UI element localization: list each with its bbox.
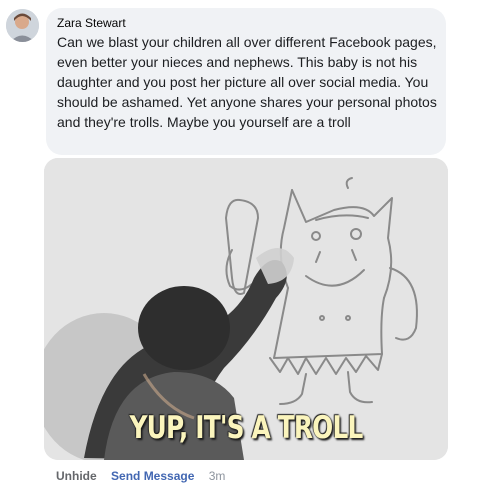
send-message-link[interactable]: Send Message: [111, 469, 194, 483]
unhide-link[interactable]: Unhide: [56, 469, 97, 483]
comment-actions: Unhide Send Message 3m: [56, 469, 236, 483]
comment-bubble: Zara Stewart Can we blast your children …: [46, 8, 446, 155]
timestamp[interactable]: 3m: [209, 469, 226, 483]
comment-text: Can we blast your children all over diff…: [57, 34, 437, 130]
comment-author[interactable]: Zara Stewart: [57, 16, 126, 30]
comment-gif[interactable]: YUP, IT'S A TROLL: [44, 158, 448, 460]
gif-caption: YUP, IT'S A TROLL: [129, 410, 364, 446]
avatar[interactable]: [6, 9, 39, 42]
